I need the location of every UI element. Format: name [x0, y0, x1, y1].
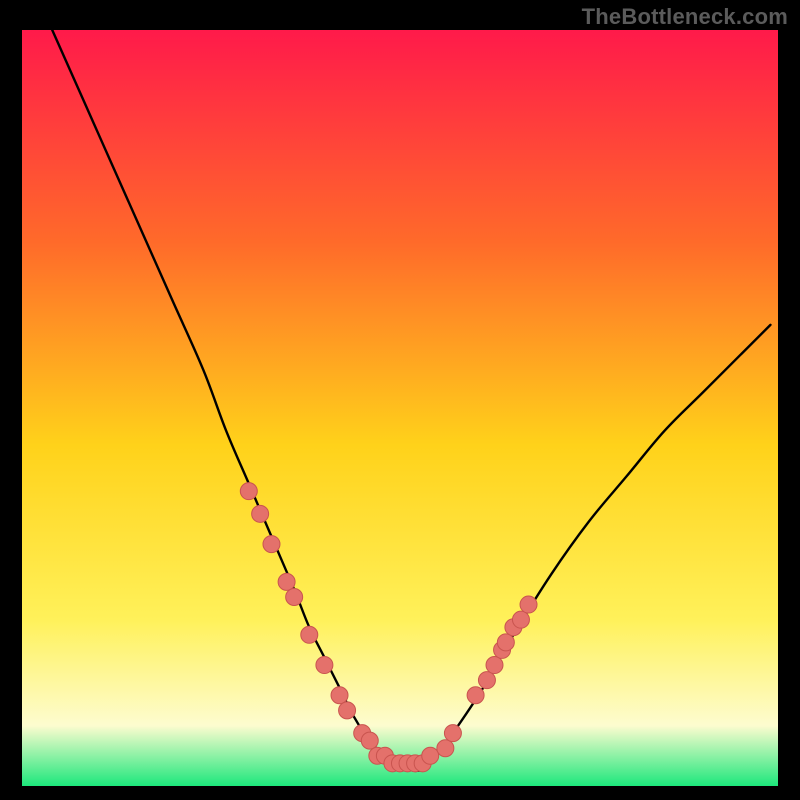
curve-marker — [467, 687, 484, 704]
curve-marker — [263, 536, 280, 553]
chart-frame — [22, 30, 778, 786]
curve-marker — [252, 505, 269, 522]
curve-marker — [422, 747, 439, 764]
curve-marker — [478, 672, 495, 689]
curve-marker — [240, 483, 257, 500]
bottleneck-chart — [22, 30, 778, 786]
curve-marker — [486, 657, 503, 674]
curve-marker — [339, 702, 356, 719]
curve-marker — [437, 740, 454, 757]
curve-marker — [512, 611, 529, 628]
curve-marker — [316, 657, 333, 674]
curve-marker — [301, 626, 318, 643]
curve-marker — [520, 596, 537, 613]
curve-marker — [444, 725, 461, 742]
curve-marker — [361, 732, 378, 749]
curve-marker — [331, 687, 348, 704]
curve-marker — [278, 573, 295, 590]
watermark-text: TheBottleneck.com — [582, 4, 788, 30]
curve-marker — [497, 634, 514, 651]
curve-marker — [286, 589, 303, 606]
chart-background-gradient — [22, 30, 778, 786]
